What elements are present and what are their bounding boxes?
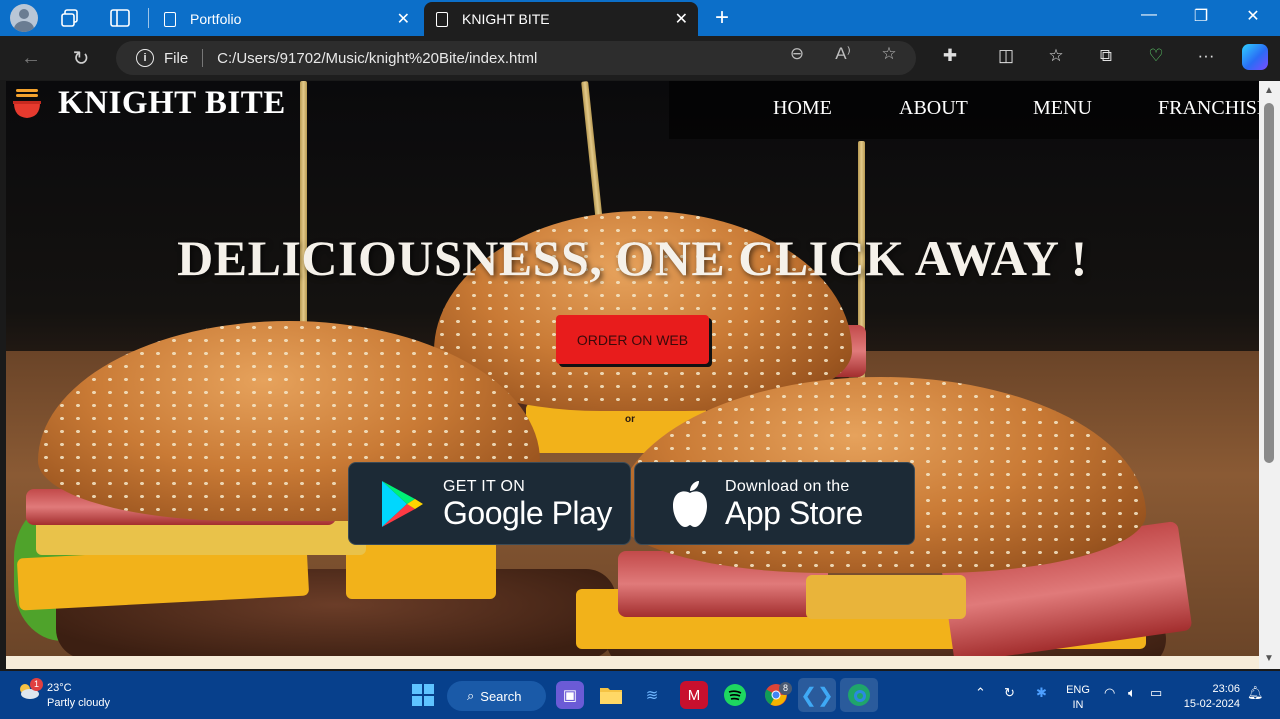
nav-menu[interactable]: MENU: [1033, 97, 1092, 120]
url-text[interactable]: C:/Users/91702/Music/knight%20Bite/index…: [217, 50, 537, 67]
search-label: Search: [480, 688, 522, 704]
windows-taskbar: 1 23°C Partly cloudy ⌕ Search ▣ ≋ M 8 ❮❯…: [0, 671, 1280, 719]
taskbar-search[interactable]: ⌕ Search: [447, 681, 546, 711]
new-tab-button[interactable]: +: [708, 4, 736, 32]
app-store-small-text: Download on the: [725, 477, 850, 495]
back-button[interactable]: ←: [18, 45, 44, 71]
address-divider: [202, 49, 204, 67]
nav-home[interactable]: HOME: [773, 97, 832, 120]
chrome-badge: 8: [779, 682, 792, 695]
google-play-small-text: GET IT ON: [443, 477, 526, 495]
weather-temp[interactable]: 23°C: [47, 682, 72, 694]
bluetooth-icon[interactable]: ✱: [1036, 685, 1047, 701]
battery-icon[interactable]: ▭: [1150, 685, 1162, 701]
order-on-web-button[interactable]: ORDER ON WEB: [556, 315, 709, 364]
extensions-icon[interactable]: ✚: [938, 46, 962, 66]
hero-headline: DELICIOUSNESS, ONE CLICK AWAY !: [177, 230, 1088, 286]
google-play-icon: [382, 480, 423, 527]
minimize-button[interactable]: —: [1134, 6, 1164, 24]
system-clock[interactable]: 23:06 15-02-2024: [1180, 682, 1240, 712]
lang-line2: IN: [1072, 699, 1084, 711]
clock-date: 15-02-2024: [1183, 698, 1240, 710]
tab-knight-bite[interactable]: KNIGHT BITE ✕: [424, 2, 698, 36]
edge-icon[interactable]: [845, 681, 873, 709]
close-tab-icon[interactable]: ✕: [397, 9, 410, 29]
language-indicator[interactable]: ENG IN: [1066, 683, 1090, 713]
scroll-down-icon[interactable]: ▼: [1264, 653, 1274, 664]
browser-tab-bar: Portfolio ✕ KNIGHT BITE ✕ + — ❐ ✕: [0, 0, 1280, 36]
scroll-thumb[interactable]: [1264, 103, 1274, 463]
google-play-button[interactable]: GET IT ON Google Play: [348, 462, 631, 545]
sync-icon[interactable]: ↻: [1004, 685, 1015, 701]
mcafee-icon[interactable]: M: [680, 681, 708, 709]
brand-name[interactable]: KNIGHT BITE: [58, 85, 286, 122]
split-screen-icon[interactable]: ◫: [994, 46, 1018, 66]
page-footer-strip: [6, 656, 1259, 669]
favorite-star-icon[interactable]: ☆: [878, 44, 900, 64]
site-info-icon[interactable]: i: [136, 49, 154, 67]
restore-button[interactable]: ❐: [1186, 6, 1216, 26]
wifi-icon[interactable]: ◠: [1104, 685, 1115, 701]
tab-title: KNIGHT BITE: [462, 11, 550, 27]
lang-line1: ENG: [1066, 684, 1090, 696]
scroll-up-icon[interactable]: ▲: [1264, 85, 1274, 96]
hero-background: [6, 81, 1259, 669]
clock-time: 23:06: [1212, 683, 1240, 695]
browser-essentials-icon[interactable]: ♡: [1144, 46, 1168, 66]
google-play-big-text: Google Play: [443, 494, 612, 531]
site-header: KNIGHT BITE HOME ABOUT MENU FRANCHISE: [6, 81, 1259, 141]
favorites-icon[interactable]: ☆: [1044, 46, 1068, 66]
scheme-label: File: [164, 49, 189, 67]
notification-bell-icon[interactable]: 🔔︎: [1247, 685, 1264, 701]
reload-button[interactable]: ↻: [68, 45, 94, 71]
nav-franchise[interactable]: FRANCHISE: [1158, 97, 1259, 120]
read-aloud-icon[interactable]: A⁾: [832, 44, 854, 64]
file-explorer-icon[interactable]: [597, 681, 625, 709]
page-icon: [436, 11, 448, 27]
address-toolbar: ← ↻ i File C:/Users/91702/Music/knight%2…: [0, 36, 1280, 80]
meet-icon[interactable]: ▣: [556, 681, 584, 709]
volume-icon[interactable]: 🔈︎: [1128, 685, 1136, 701]
start-icon[interactable]: [409, 681, 437, 709]
tab-portfolio[interactable]: Portfolio ✕: [152, 2, 420, 36]
page-viewport: KNIGHT BITE HOME ABOUT MENU FRANCHISE DE…: [6, 81, 1259, 669]
zoom-icon[interactable]: ⊖: [786, 44, 808, 64]
copilot-icon[interactable]: [1242, 44, 1268, 70]
tab-separator: [148, 8, 149, 28]
profile-avatar[interactable]: [10, 4, 38, 32]
page-icon: [164, 11, 176, 27]
page-scrollbar[interactable]: ▲ ▼: [1259, 81, 1280, 669]
spotify-icon[interactable]: [721, 681, 749, 709]
app-icon[interactable]: ≋: [638, 681, 666, 709]
weather-badge: 1: [30, 678, 43, 691]
workspaces-icon[interactable]: [56, 4, 84, 32]
app-store-big-text: App Store: [725, 494, 863, 531]
noodle-bowl-icon[interactable]: [12, 87, 42, 121]
search-icon: ⌕: [467, 688, 475, 703]
app-store-button[interactable]: Download on the App Store: [634, 462, 915, 545]
tab-title: Portfolio: [190, 11, 242, 27]
nav-about[interactable]: ABOUT: [899, 97, 968, 120]
apple-icon: [673, 480, 707, 527]
main-nav: HOME ABOUT MENU FRANCHISE: [669, 81, 1259, 139]
close-tab-icon[interactable]: ✕: [675, 9, 688, 29]
vscode-icon[interactable]: ❮❯: [800, 681, 834, 709]
tab-actions-icon[interactable]: [106, 4, 134, 32]
weather-desc[interactable]: Partly cloudy: [47, 697, 110, 709]
more-icon[interactable]: ···: [1194, 46, 1218, 66]
or-separator: or: [625, 414, 635, 425]
close-window-button[interactable]: ✕: [1238, 6, 1268, 26]
show-hidden-icons[interactable]: ⌃: [975, 685, 986, 701]
collections-icon[interactable]: ⧉: [1094, 46, 1118, 66]
